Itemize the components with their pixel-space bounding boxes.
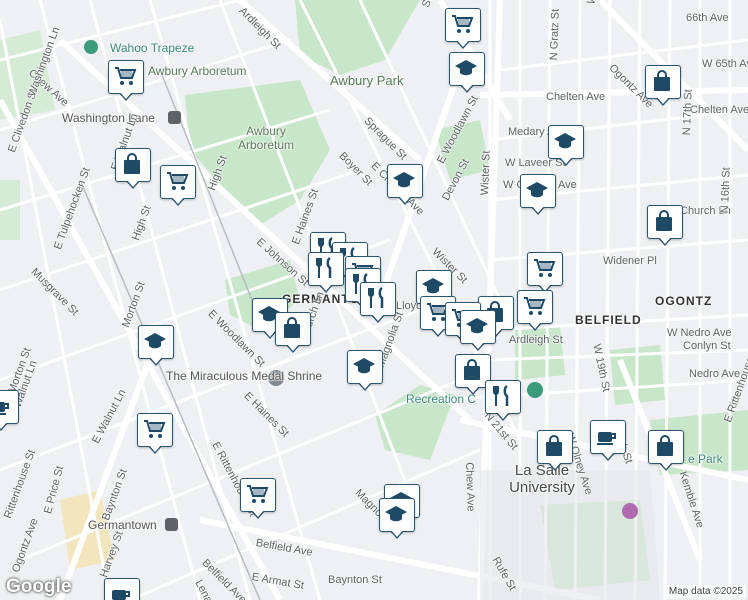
map-marker-store[interactable] (115, 148, 151, 189)
map-marker-store[interactable] (648, 430, 684, 471)
map-marker-school[interactable] (387, 164, 423, 205)
map-marker-store[interactable] (647, 205, 683, 246)
map-marker-school[interactable] (520, 174, 556, 215)
map-marker-grocery[interactable] (108, 60, 144, 101)
map-marker-restaurant[interactable] (360, 282, 396, 323)
map-marker-cafe[interactable] (0, 390, 19, 431)
park-belfield (515, 325, 565, 380)
map-marker-restaurant[interactable] (308, 252, 344, 293)
map-marker-school[interactable] (138, 325, 174, 366)
map-marker-grocery[interactable] (160, 165, 196, 206)
train-station-icon (165, 518, 178, 531)
map-marker-grocery[interactable] (445, 8, 481, 49)
map-canvas[interactable]: Awbury Arboretum Awbury Park Awbury Arbo… (0, 0, 748, 600)
map-marker-school[interactable] (347, 350, 383, 391)
map-marker-school[interactable] (379, 498, 415, 539)
google-logo: Google (6, 576, 72, 597)
map-marker-grocery[interactable] (240, 478, 276, 519)
map-marker-store[interactable] (275, 312, 311, 353)
map-marker-store[interactable] (645, 65, 681, 106)
map-marker-grocery[interactable] (137, 413, 173, 454)
park-small-north (435, 120, 490, 180)
university-icon (622, 503, 638, 519)
pin-icon[interactable] (84, 40, 98, 54)
map-marker-school[interactable] (460, 310, 496, 351)
map-marker-cafe[interactable] (590, 420, 626, 461)
map-marker-cafe[interactable] (104, 578, 140, 600)
map-marker-grocery[interactable] (517, 290, 553, 331)
map-marker-restaurant[interactable] (485, 380, 521, 421)
map-marker-school[interactable] (449, 52, 485, 93)
park-pin-icon[interactable] (527, 382, 543, 398)
map-marker-store[interactable] (537, 430, 573, 471)
train-station-icon (168, 111, 181, 124)
map-marker-school[interactable] (548, 125, 584, 166)
map-marker-grocery[interactable] (527, 252, 563, 293)
church-icon (268, 370, 284, 386)
park-west-top (0, 30, 55, 120)
map-attribution[interactable]: Map data ©2025 (665, 585, 746, 598)
